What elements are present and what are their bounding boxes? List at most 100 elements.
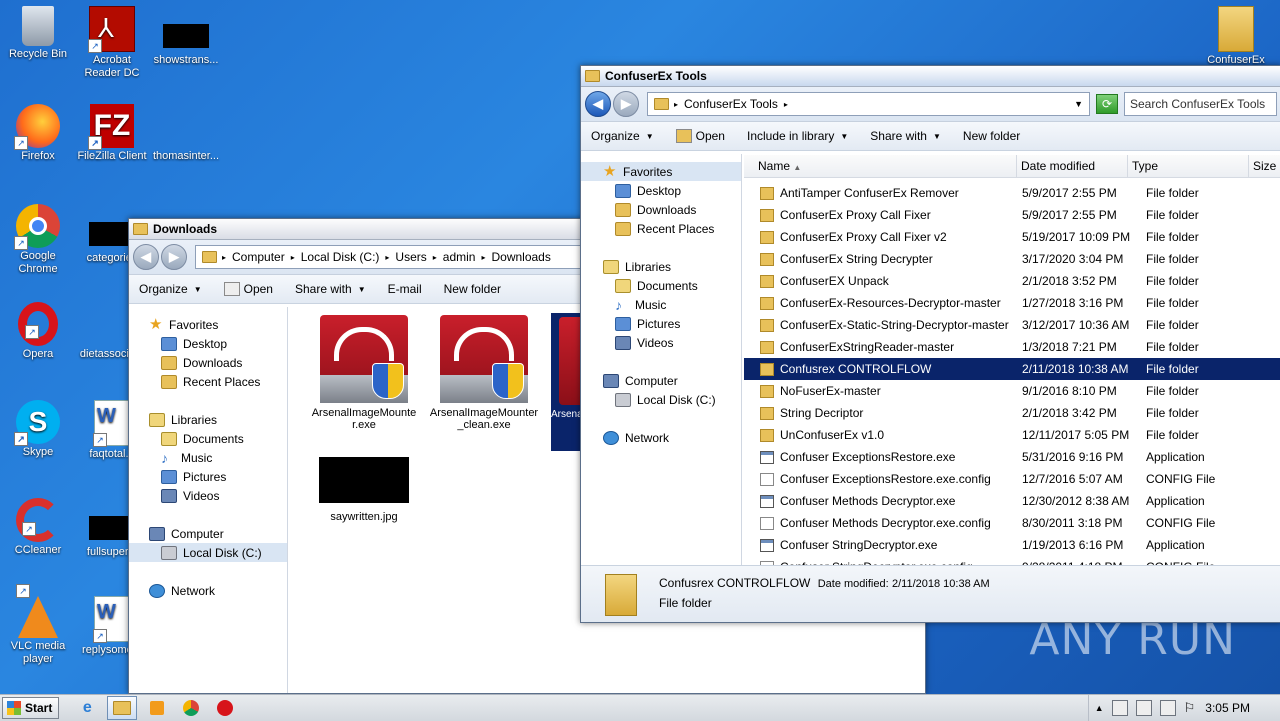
file-item[interactable]: ArsenalImageMounter_clean.exe	[429, 315, 539, 431]
network-tray-icon[interactable]	[1111, 700, 1128, 716]
application-icon	[760, 494, 774, 508]
table-row[interactable]: ConfuserEx Proxy Call Fixer v2 5/19/2017 …	[744, 226, 1280, 248]
forward-button[interactable]: ▶	[161, 244, 187, 270]
recycle-bin-icon[interactable]: Recycle Bin	[0, 6, 76, 61]
row-type: File folder	[1146, 230, 1199, 244]
nav-pictures[interactable]: Pictures	[581, 314, 741, 333]
table-row[interactable]: UnConfuserEx v1.0 12/11/2017 5:05 PM File …	[744, 424, 1280, 446]
nav-local-disk[interactable]: Local Disk (C:)	[129, 543, 287, 562]
refresh-icon[interactable]: ⟳	[1096, 94, 1118, 114]
skype-shortcut[interactable]: S ↗ Skype	[0, 400, 76, 459]
email-button[interactable]: E-mail	[388, 282, 422, 296]
action-center-icon[interactable]	[1135, 700, 1152, 716]
breadcrumb-computer[interactable]: Computer	[232, 250, 285, 264]
share-with-button[interactable]: Share with ▼	[870, 129, 941, 143]
include-in-library-button[interactable]: Include in library ▼	[747, 129, 848, 143]
nav-favorites[interactable]: ★ Favorites	[581, 162, 741, 181]
nav-documents[interactable]: Documents	[129, 429, 287, 448]
start-button[interactable]: Start	[2, 697, 60, 719]
table-row[interactable]: ConfuserExStringReader-master 1/3/2018 7:…	[744, 336, 1280, 358]
nav-libraries[interactable]: Libraries	[581, 257, 741, 276]
file-item-selected[interactable]: Arsenal...ter_c...	[551, 313, 581, 451]
table-row[interactable]: Confuser ExceptionsRestore.exe 5/31/2016 …	[744, 446, 1280, 468]
table-row[interactable]: ConfuserEx-Static-String-Decryptor-maste…	[744, 314, 1280, 336]
breadcrumb-local-disk[interactable]: Local Disk (C:)	[301, 250, 380, 264]
flag-icon[interactable]: ⚐	[1184, 700, 1196, 716]
breadcrumb-confuserex-tools[interactable]: ConfuserEx Tools	[684, 97, 778, 111]
thomasinter-file[interactable]: thomasinter...	[148, 104, 224, 163]
organize-button[interactable]: Organize ▼	[139, 282, 202, 296]
table-row[interactable]: Confuser Methods Decryptor.exe 12/30/2012…	[744, 490, 1280, 512]
chrome-shortcut[interactable]: ↗ Google Chrome	[0, 204, 76, 276]
nav-favorites[interactable]: ★ Favorites	[129, 315, 287, 334]
column-type[interactable]: Type	[1128, 155, 1249, 177]
show-hidden-icons-icon[interactable]: ▲	[1095, 703, 1104, 713]
nav-recent-places[interactable]: Recent Places	[129, 372, 287, 391]
showstrans-file[interactable]: showstrans...	[148, 6, 224, 67]
breadcrumb-downloads[interactable]: Downloads	[491, 250, 550, 264]
file-item[interactable]: saywritten.jpg	[309, 457, 419, 523]
nav-downloads[interactable]: Downloads	[581, 200, 741, 219]
share-with-button[interactable]: Share with ▼	[295, 282, 366, 296]
nav-libraries[interactable]: Libraries	[129, 410, 287, 429]
address-bar[interactable]: ▸ ConfuserEx Tools ▸ ▼	[647, 92, 1090, 116]
table-row[interactable]: ConfuserEx String Decrypter 3/17/2020 3:0…	[744, 248, 1280, 270]
table-row[interactable]: AntiTamper ConfuserEx Remover 5/9/2017 2:…	[744, 182, 1280, 204]
column-date-modified[interactable]: Date modified	[1017, 155, 1128, 177]
new-folder-button[interactable]: New folder	[963, 129, 1020, 143]
nav-recent-places[interactable]: Recent Places	[581, 219, 741, 238]
opera-shortcut[interactable]: ↗ Opera	[0, 302, 76, 361]
table-row[interactable]: Confuser Methods Decryptor.exe.config 8/3…	[744, 512, 1280, 534]
firefox-shortcut[interactable]: ↗ Firefox	[0, 104, 76, 163]
nav-computer[interactable]: Computer	[129, 524, 287, 543]
file-item[interactable]: ArsenalImageMounter.exe	[309, 315, 419, 431]
nav-local-disk[interactable]: Local Disk (C:)	[581, 390, 741, 409]
forward-button[interactable]: ▶	[613, 91, 639, 117]
table-row[interactable]: ConfuserEX Unpack 2/1/2018 3:52 PM File fo…	[744, 270, 1280, 292]
volume-icon[interactable]	[1159, 700, 1176, 716]
clock[interactable]: 3:05 PM	[1205, 701, 1250, 715]
nav-desktop[interactable]: Desktop	[581, 181, 741, 200]
nav-videos[interactable]: Videos	[581, 333, 741, 352]
nav-downloads[interactable]: Downloads	[129, 353, 287, 372]
acrobat-shortcut[interactable]: ⅄ ↗ Acrobat Reader DC	[74, 6, 150, 80]
search-input[interactable]: Search ConfuserEx Tools	[1124, 92, 1277, 116]
taskbar-media-player[interactable]	[143, 697, 171, 719]
breadcrumb-admin[interactable]: admin	[443, 250, 476, 264]
nav-music[interactable]: ♪ Music	[129, 448, 287, 467]
table-row[interactable]: ConfuserEx Proxy Call Fixer 5/9/2017 2:55…	[744, 204, 1280, 226]
table-row[interactable]: String Decriptor 2/1/2018 3:42 PM File fol…	[744, 402, 1280, 424]
nav-music[interactable]: ♪ Music	[581, 295, 741, 314]
table-row[interactable]: Confuser ExceptionsRestore.exe.config 12/…	[744, 468, 1280, 490]
column-size[interactable]: Size	[1249, 155, 1280, 177]
organize-button[interactable]: Organize ▼	[591, 129, 654, 143]
nav-network[interactable]: Network	[581, 428, 741, 447]
table-row[interactable]: Confuser StringDecryptor.exe 1/19/2013 6:…	[744, 534, 1280, 556]
taskbar-ie[interactable]: e	[73, 697, 101, 719]
back-button[interactable]: ◀	[585, 91, 611, 117]
open-button[interactable]: Open	[223, 282, 273, 296]
confuserex-folder[interactable]: ConfuserEx	[1198, 6, 1274, 67]
vlc-shortcut[interactable]: ↗ VLC media player	[0, 584, 76, 666]
new-folder-button[interactable]: New folder	[444, 282, 501, 296]
filezilla-shortcut[interactable]: FZ ↗ FileZilla Client	[74, 104, 150, 163]
back-button[interactable]: ◀	[133, 244, 159, 270]
taskbar-chrome[interactable]	[177, 697, 205, 719]
table-row[interactable]: NoFuserEx-master 9/1/2016 8:10 PM File fol…	[744, 380, 1280, 402]
tools-titlebar[interactable]: ConfuserEx Tools	[581, 66, 1280, 87]
nav-documents[interactable]: Documents	[581, 276, 741, 295]
table-row[interactable]: ConfuserEx-Resources-Decryptor-master 1/2…	[744, 292, 1280, 314]
table-row[interactable]: Confusrex CONTROLFLOW 2/11/2018 10:38 AM F…	[744, 358, 1280, 380]
open-button[interactable]: Open	[675, 129, 725, 143]
nav-network[interactable]: Network	[129, 581, 287, 600]
breadcrumb-users[interactable]: Users	[395, 250, 426, 264]
ccleaner-shortcut[interactable]: ↗ CCleaner	[0, 498, 76, 557]
taskbar-opera[interactable]	[211, 697, 239, 719]
address-dropdown-icon[interactable]: ▼	[1074, 99, 1083, 109]
column-name[interactable]: Name ▲	[744, 155, 1017, 177]
nav-computer[interactable]: Computer	[581, 371, 741, 390]
taskbar-explorer[interactable]	[107, 696, 138, 720]
nav-desktop[interactable]: Desktop	[129, 334, 287, 353]
nav-pictures[interactable]: Pictures	[129, 467, 287, 486]
nav-videos[interactable]: Videos	[129, 486, 287, 505]
